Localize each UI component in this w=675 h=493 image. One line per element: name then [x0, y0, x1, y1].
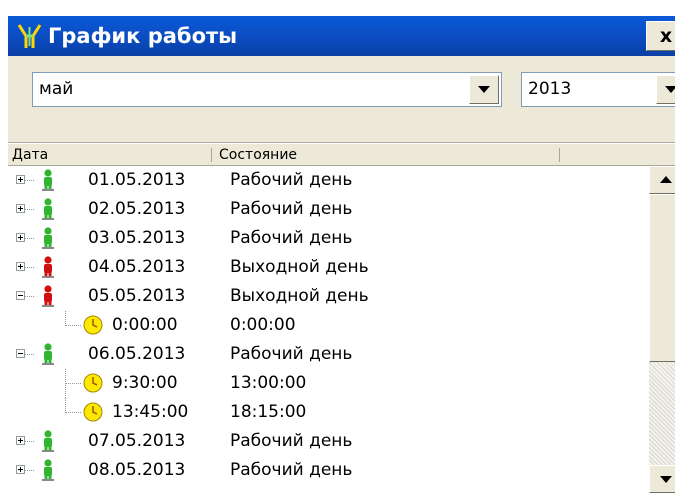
tree-connector: [25, 238, 34, 239]
row-state: Рабочий день: [230, 344, 353, 364]
tree-row[interactable]: 01.05.2013 Рабочий день: [8, 166, 648, 195]
interval-start: 0:00:00: [112, 315, 178, 335]
tree-connector: [65, 383, 81, 384]
interval-end: 0:00:00: [230, 315, 296, 335]
chevron-down-icon: [478, 86, 490, 93]
tree-row[interactable]: 03.05.2013 Рабочий день: [8, 224, 648, 253]
row-date: 03.05.2013: [88, 228, 186, 248]
interval-start: 13:45:00: [112, 402, 189, 422]
tree-connector: [25, 180, 34, 181]
arrow-up-icon: [660, 176, 672, 183]
row-date: 08.05.2013: [88, 460, 186, 480]
tree-connector: [65, 398, 66, 413]
arrow-down-icon: [660, 476, 672, 483]
row-state: Выходной день: [230, 257, 369, 277]
row-state: Рабочий день: [230, 431, 353, 451]
clock-icon: [83, 373, 103, 393]
expand-icon[interactable]: [16, 465, 25, 474]
scroll-down-button[interactable]: [649, 465, 675, 493]
interval-start: 9:30:00: [112, 373, 178, 393]
scroll-up-button[interactable]: [649, 166, 675, 194]
green-person-icon: [42, 227, 54, 249]
tree-connector: [25, 209, 34, 210]
row-state: Рабочий день: [230, 170, 353, 190]
green-person-icon: [42, 430, 54, 452]
row-date: 04.05.2013: [88, 257, 186, 277]
green-person-icon: [42, 343, 54, 365]
expand-icon[interactable]: [16, 204, 25, 213]
interval-end: 18:15:00: [230, 402, 307, 422]
column-divider[interactable]: [211, 148, 212, 162]
clock-icon: [83, 315, 103, 335]
row-state: Выходной день: [230, 286, 369, 306]
clock-icon: [83, 402, 103, 422]
column-divider[interactable]: [559, 148, 560, 162]
tree-connector: [65, 311, 66, 326]
row-date: 07.05.2013: [88, 431, 186, 451]
schedule-tree[interactable]: 01.05.2013 Рабочий день 02.05.2013 Рабочий …: [8, 166, 675, 493]
interval-row[interactable]: 0:00:00 0:00:00: [8, 311, 648, 340]
interval-row[interactable]: 9:30:00 13:00:00: [8, 369, 648, 398]
interval-end: 13:00:00: [230, 373, 307, 393]
row-state: Рабочий день: [230, 228, 353, 248]
tree-row[interactable]: 08.05.2013 Рабочий день: [8, 456, 648, 485]
row-state: Рабочий день: [230, 199, 353, 219]
green-person-icon: [42, 169, 54, 191]
red-person-icon: [42, 256, 54, 278]
row-date: 01.05.2013: [88, 170, 186, 190]
tree-row[interactable]: 07.05.2013 Рабочий день: [8, 427, 648, 456]
year-select-value: 2013: [528, 79, 572, 99]
tree-row[interactable]: 05.05.2013 Выходной день: [8, 282, 648, 311]
tree-connector: [25, 470, 34, 471]
list-header: Дата Состояние: [8, 144, 675, 166]
schedule-window: График работы x май 2013 Дата Состояние …: [8, 16, 675, 493]
tree-row[interactable]: 06.05.2013 Рабочий день: [8, 340, 648, 369]
year-dropdown-button[interactable]: [656, 75, 675, 104]
interval-row[interactable]: 13:45:00 18:15:00: [8, 398, 648, 427]
green-person-icon: [42, 459, 54, 481]
app-icon: [17, 24, 42, 48]
close-button[interactable]: x: [646, 21, 675, 51]
expand-icon[interactable]: [16, 175, 25, 184]
scroll-thumb[interactable]: [649, 194, 675, 362]
row-date: 06.05.2013: [88, 344, 186, 364]
expand-icon[interactable]: [16, 233, 25, 242]
row-state: Рабочий день: [230, 460, 353, 480]
tree-connector: [65, 412, 81, 413]
vertical-scrollbar[interactable]: [649, 166, 675, 493]
window-title: График работы: [48, 24, 238, 48]
column-header-state[interactable]: Состояние: [219, 144, 297, 166]
tree-row[interactable]: 04.05.2013 Выходной день: [8, 253, 648, 282]
row-date: 02.05.2013: [88, 199, 186, 219]
green-person-icon: [42, 198, 54, 220]
tree-row[interactable]: 02.05.2013 Рабочий день: [8, 195, 648, 224]
title-bar[interactable]: График работы x: [8, 16, 675, 56]
tree-connector: [25, 267, 34, 268]
row-date: 05.05.2013: [88, 286, 186, 306]
scroll-track[interactable]: [649, 362, 675, 465]
tree-connector: [25, 296, 34, 297]
tree-connector: [25, 441, 34, 442]
expand-icon[interactable]: [16, 436, 25, 445]
month-select-value: май: [39, 79, 74, 99]
collapse-icon[interactable]: [16, 349, 25, 358]
year-select[interactable]: 2013: [521, 72, 675, 107]
red-person-icon: [42, 285, 54, 307]
tree-connector: [25, 354, 34, 355]
expand-icon[interactable]: [16, 262, 25, 271]
month-dropdown-button[interactable]: [469, 75, 499, 104]
collapse-icon[interactable]: [16, 291, 25, 300]
chevron-down-icon: [665, 86, 675, 93]
month-select[interactable]: май: [32, 72, 502, 107]
tree-connector: [65, 325, 81, 326]
column-header-date[interactable]: Дата: [12, 144, 48, 166]
